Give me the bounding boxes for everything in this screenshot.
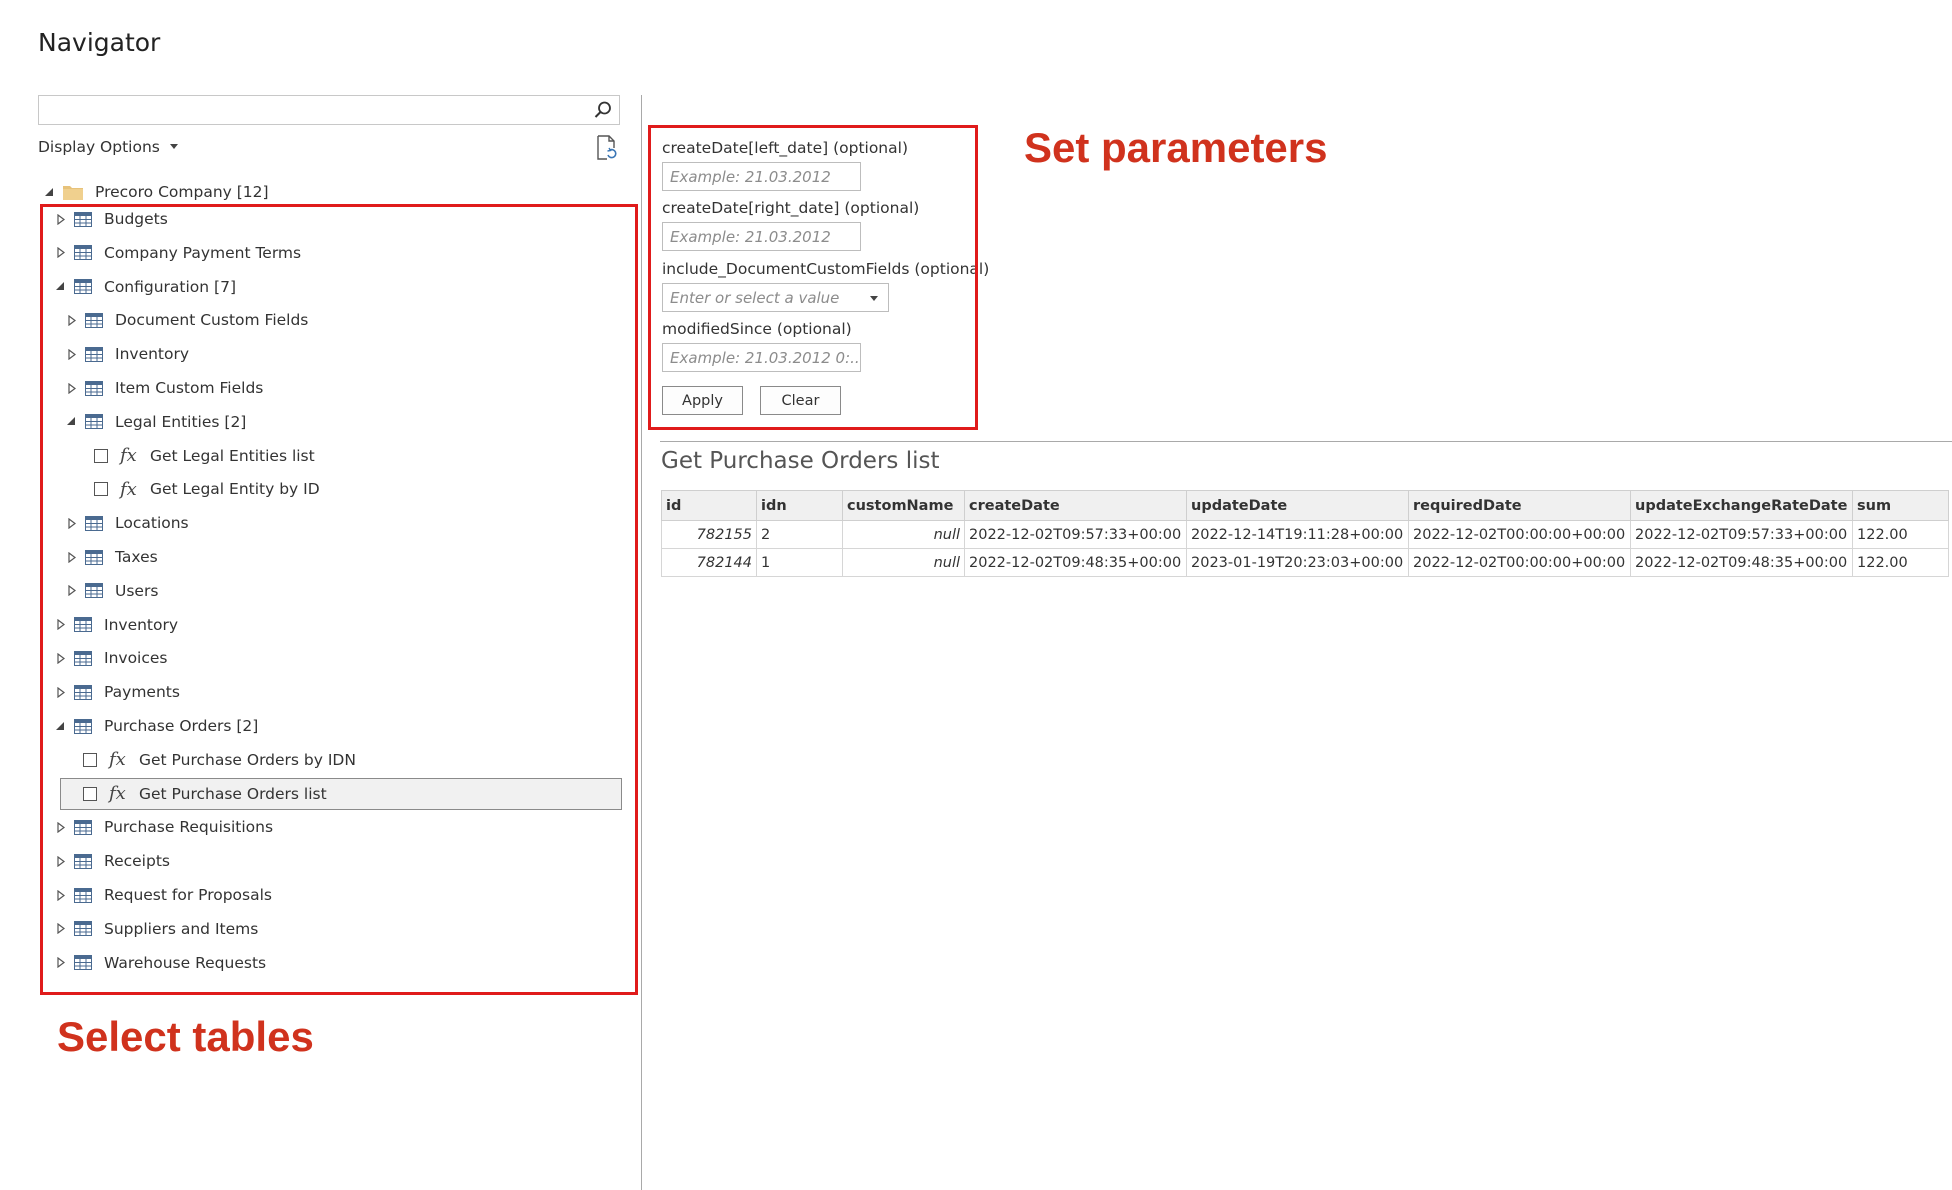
set-parameters-annotation: Set parameters [1024, 124, 1328, 171]
table-cell: 782144 [661, 548, 757, 577]
table-row: 782144 1 null 2022-12-02T09:48:35+00:00 … [661, 548, 1949, 577]
tree-label: Precoro Company [12] [95, 183, 269, 201]
table-cell: null [842, 548, 965, 577]
table-cell: 2023-01-19T20:23:03+00:00 [1186, 548, 1409, 577]
display-options-dropdown[interactable]: Display Options [38, 138, 178, 156]
table-cell: 122.00 [1852, 520, 1949, 549]
table-cell: 2 [756, 520, 843, 549]
parameters-highlight-box [648, 125, 978, 430]
column-header[interactable]: requiredDate [1408, 490, 1631, 521]
window-title: Navigator [38, 28, 161, 57]
search-icon[interactable] [593, 100, 613, 120]
preview-separator [660, 441, 1952, 442]
table-row: 782155 2 null 2022-12-02T09:57:33+00:00 … [661, 520, 1949, 549]
column-header[interactable]: updateExchangeRateDate [1630, 490, 1853, 521]
refresh-icon[interactable] [595, 135, 619, 161]
tables-highlight-box [40, 204, 638, 995]
preview-title: Get Purchase Orders list [661, 448, 940, 474]
pane-divider[interactable] [641, 95, 642, 1190]
table-cell: 122.00 [1852, 548, 1949, 577]
column-header[interactable]: sum [1852, 490, 1949, 521]
folder-icon [63, 186, 83, 200]
column-header[interactable]: customName [842, 490, 965, 521]
preview-table: id idn customName createDate updateDate … [661, 490, 1949, 577]
display-options-label: Display Options [38, 138, 160, 156]
table-cell: 2022-12-02T09:48:35+00:00 [1630, 548, 1853, 577]
table-header-row: id idn customName createDate updateDate … [661, 490, 1949, 521]
table-cell: 1 [756, 548, 843, 577]
table-cell: 2022-12-02T00:00:00+00:00 [1408, 548, 1631, 577]
column-header[interactable]: idn [756, 490, 843, 521]
table-cell: 782155 [661, 520, 757, 549]
select-tables-annotation: Select tables [57, 1013, 314, 1060]
column-header[interactable]: updateDate [1186, 490, 1409, 521]
table-cell: null [842, 520, 965, 549]
column-header[interactable]: id [661, 490, 757, 521]
search-input[interactable] [38, 95, 620, 125]
table-cell: 2022-12-02T09:57:33+00:00 [964, 520, 1187, 549]
column-header[interactable]: createDate [964, 490, 1187, 521]
table-cell: 2022-12-14T19:11:28+00:00 [1186, 520, 1409, 549]
table-cell: 2022-12-02T00:00:00+00:00 [1408, 520, 1631, 549]
table-cell: 2022-12-02T09:57:33+00:00 [1630, 520, 1853, 549]
table-cell: 2022-12-02T09:48:35+00:00 [964, 548, 1187, 577]
chevron-down-icon [169, 143, 178, 149]
expanded-caret-icon[interactable] [44, 186, 55, 198]
